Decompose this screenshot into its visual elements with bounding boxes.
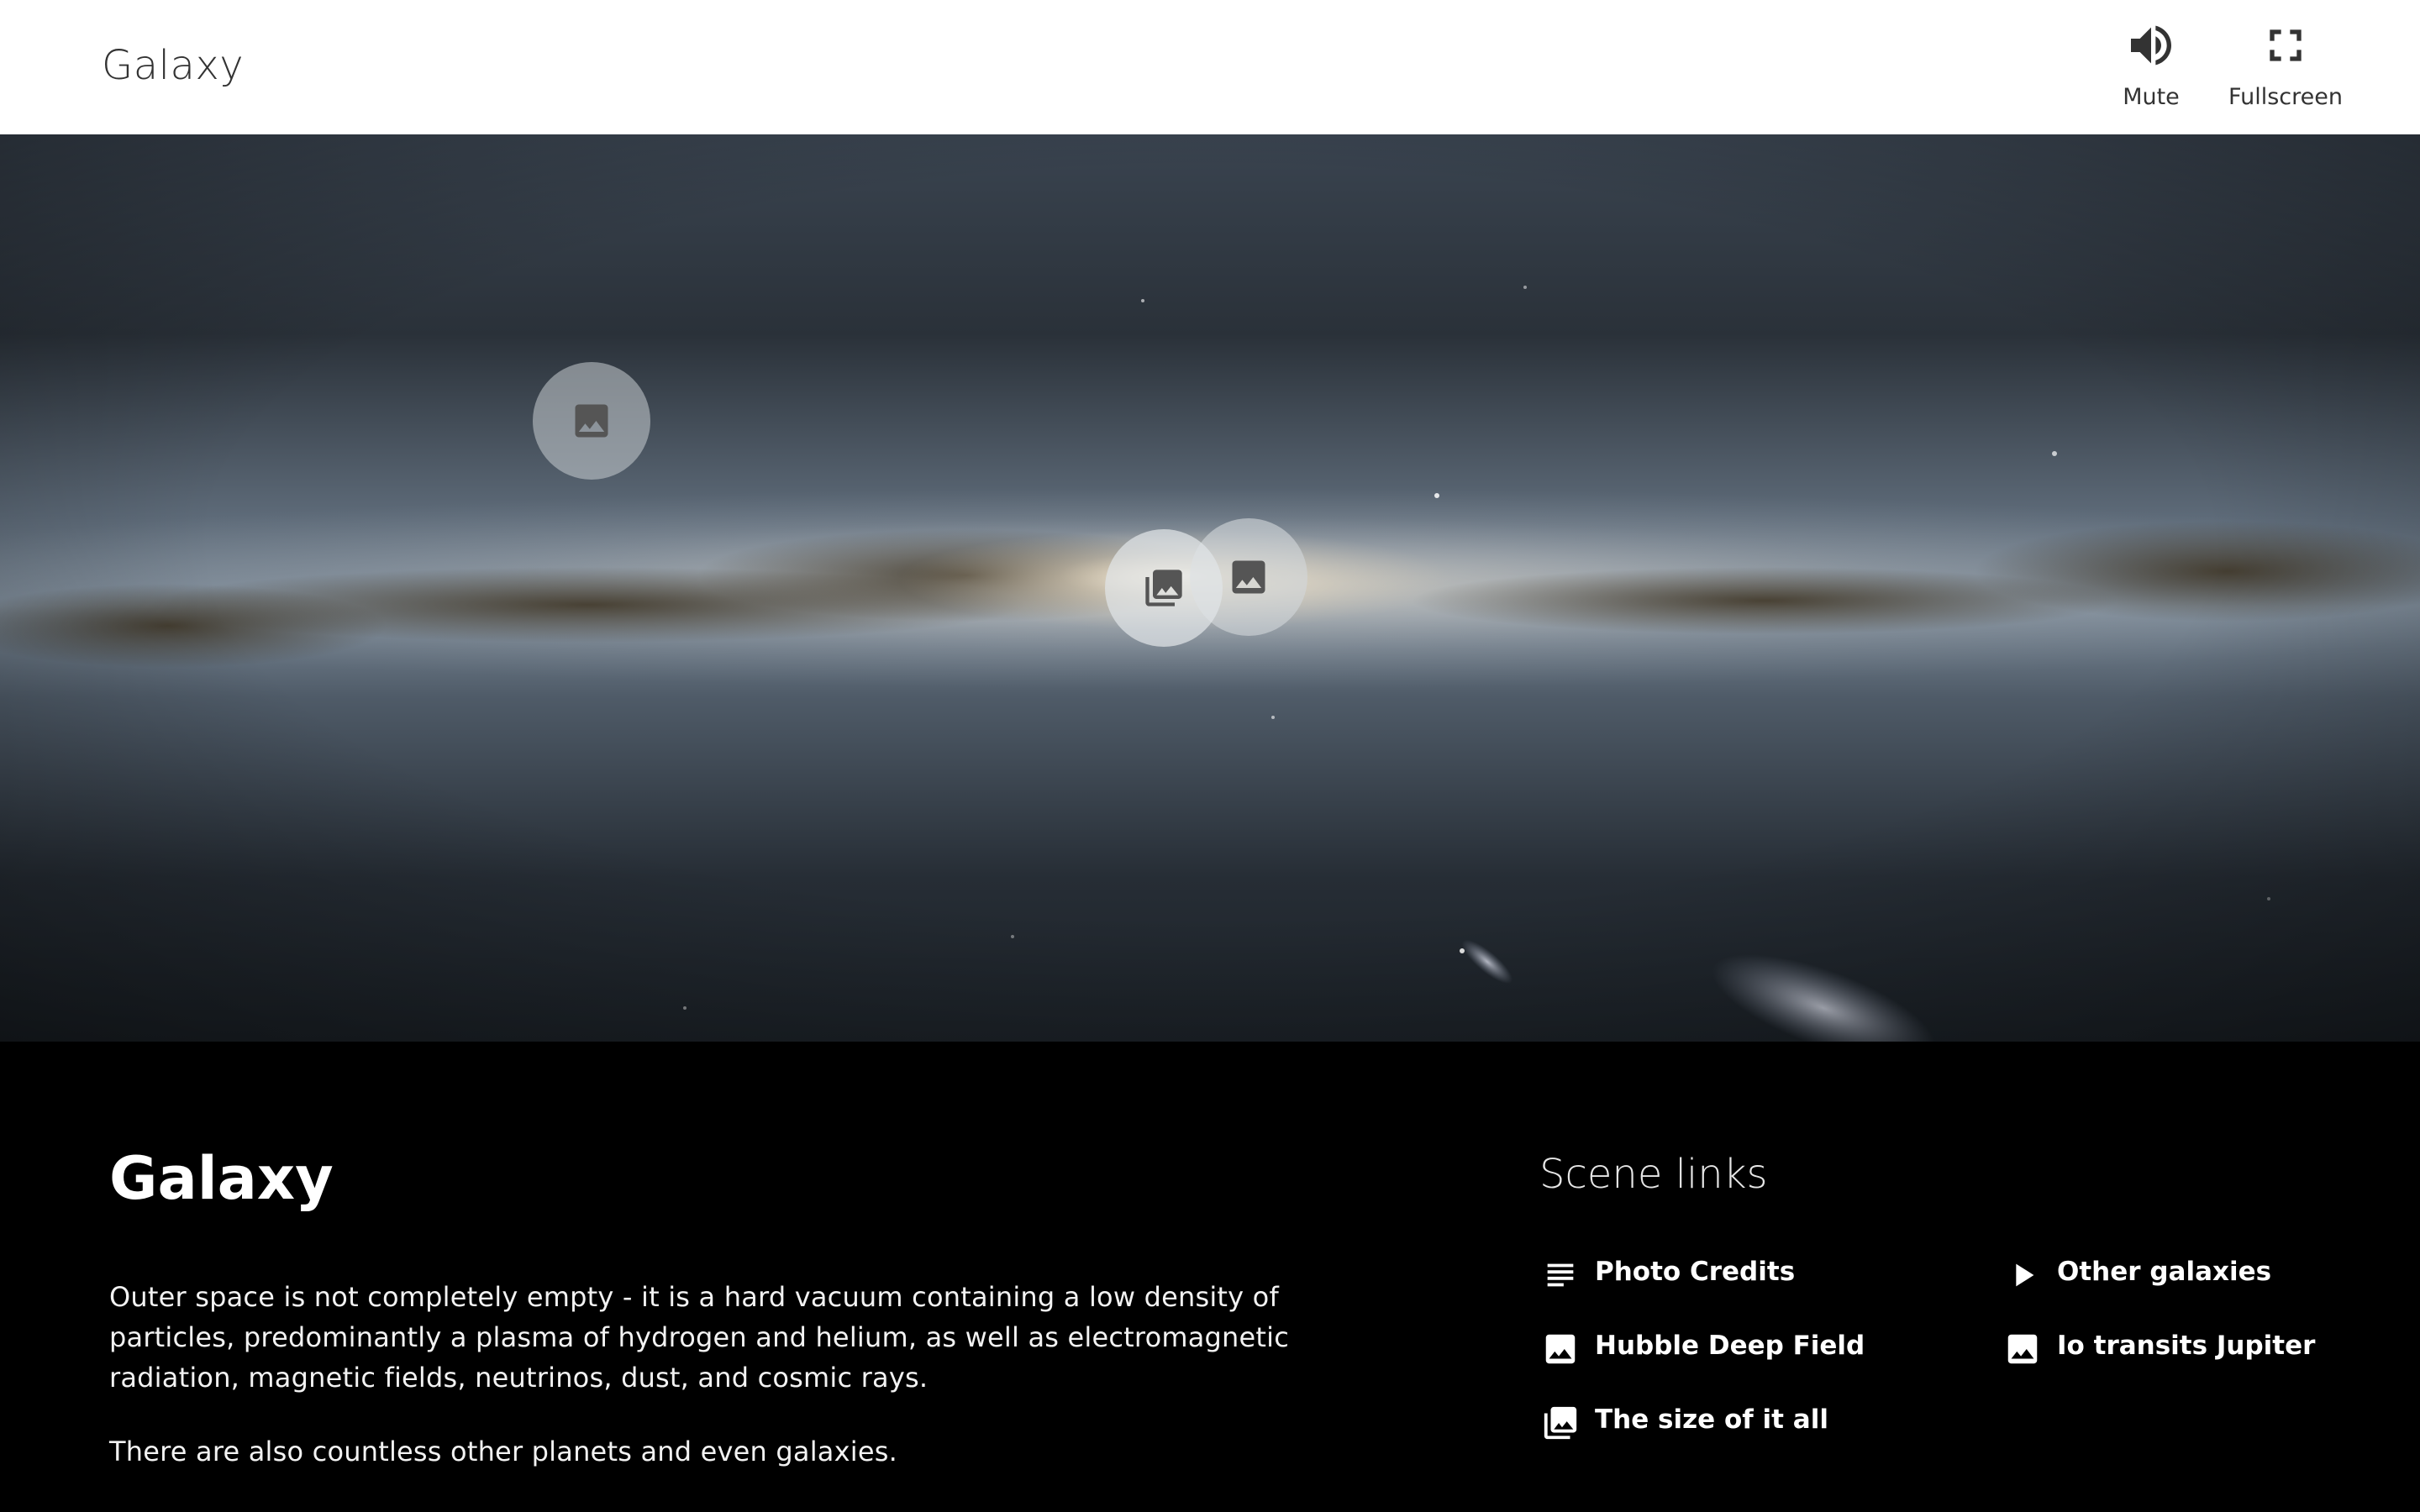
scene-link-label: The size of it all xyxy=(1595,1404,1828,1435)
volume-up-icon xyxy=(2131,25,2171,66)
scene-link-label: Hubble Deep Field xyxy=(1595,1331,1865,1361)
image-icon xyxy=(575,404,608,438)
mute-button[interactable]: Mute xyxy=(2106,18,2196,119)
image-icon xyxy=(2007,1334,2038,1364)
photo-library-icon xyxy=(1145,570,1182,606)
scene-link-label: Other galaxies xyxy=(2057,1257,2272,1287)
hotspot-gallery-center[interactable] xyxy=(1105,529,1223,647)
play-icon xyxy=(2016,1263,2034,1287)
scene-description: Outer space is not completely empty - it… xyxy=(109,1281,1290,1394)
image-icon xyxy=(1545,1334,1576,1364)
scene-link-io-transits-jupiter[interactable]: Io transits Jupiter xyxy=(2003,1326,2315,1373)
hotspot-image-left[interactable] xyxy=(533,362,650,480)
panorama-viewer[interactable] xyxy=(0,134,2420,1042)
mute-label: Mute xyxy=(2123,84,2180,110)
fullscreen-label: Fullscreen xyxy=(2228,84,2343,110)
scene-link-other-galaxies[interactable]: Other galaxies xyxy=(2003,1252,2271,1299)
image-icon xyxy=(1232,560,1265,594)
notes-icon xyxy=(1547,1263,1574,1287)
scene-description-extra: There are also countless other planets a… xyxy=(109,1436,897,1467)
scene-title: Galaxy xyxy=(109,1144,334,1213)
scene-link-label: Photo Credits xyxy=(1595,1257,1796,1287)
fullscreen-button[interactable]: Fullscreen xyxy=(2218,18,2353,119)
scene-links-heading: Scene links xyxy=(1539,1151,1768,1198)
fullscreen-icon xyxy=(2270,29,2302,61)
scene-link-size-of-it-all[interactable]: The size of it all xyxy=(1541,1399,1828,1446)
scene-info-panel: Galaxy Outer space is not completely emp… xyxy=(0,1042,2420,1512)
scene-link-photo-credits[interactable]: Photo Credits xyxy=(1541,1252,1795,1299)
app-title: Galaxy xyxy=(102,42,245,89)
app-header: Galaxy Mute Fullscreen xyxy=(0,0,2420,134)
photo-library-icon xyxy=(1544,1406,1577,1440)
scene-link-hubble-deep-field[interactable]: Hubble Deep Field xyxy=(1541,1326,1865,1373)
scene-link-label: Io transits Jupiter xyxy=(2057,1331,2316,1361)
